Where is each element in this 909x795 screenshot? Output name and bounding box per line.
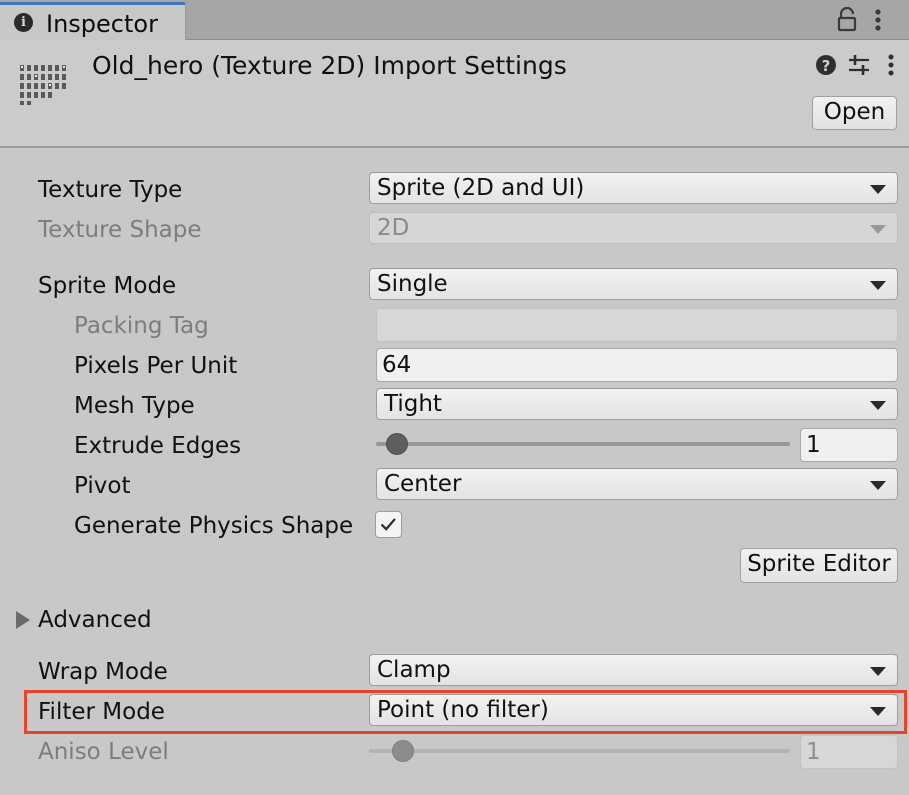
- header-title: Old_hero (Texture 2D) Import Settings: [92, 51, 567, 80]
- kebab-menu-icon[interactable]: [868, 6, 888, 34]
- aniso-level-field: 1: [800, 735, 898, 769]
- generate-physics-shape-checkbox[interactable]: [375, 511, 402, 538]
- wrap-mode-dropdown[interactable]: Clamp: [369, 654, 898, 686]
- texture-type-label: Texture Type: [38, 177, 183, 203]
- pivot-label: Pivot: [74, 473, 131, 499]
- filter-mode-value: Point (no filter): [377, 697, 549, 723]
- sprite-mode-value: Single: [377, 271, 448, 297]
- chevron-down-icon: [870, 667, 886, 676]
- tab-inspector[interactable]: i Inspector: [0, 2, 186, 40]
- texture-type-value: Sprite (2D and UI): [377, 175, 585, 201]
- chevron-down-icon: [870, 481, 886, 490]
- extrude-edges-field[interactable]: 1: [800, 428, 898, 462]
- chevron-down-icon: [870, 707, 886, 716]
- chevron-down-icon: [870, 225, 886, 234]
- wrap-mode-label: Wrap Mode: [38, 659, 168, 685]
- aniso-level-slider-handle: [391, 740, 414, 762]
- open-button[interactable]: Open: [812, 96, 897, 130]
- extrude-edges-label: Extrude Edges: [74, 433, 242, 459]
- texture-shape-dropdown: 2D: [369, 212, 898, 244]
- sprite-mode-dropdown[interactable]: Single: [369, 268, 898, 300]
- chevron-down-icon: [870, 185, 886, 194]
- pivot-value: Center: [384, 471, 462, 497]
- pivot-dropdown[interactable]: Center: [376, 468, 898, 500]
- foldout-arrow-icon[interactable]: [16, 611, 30, 629]
- packing-tag-label: Packing Tag: [74, 313, 209, 339]
- lock-icon[interactable]: [834, 6, 860, 34]
- texture-thumbnail: [20, 65, 66, 105]
- filter-mode-dropdown[interactable]: Point (no filter): [369, 694, 898, 726]
- checkmark-icon: [380, 518, 396, 531]
- mesh-type-dropdown[interactable]: Tight: [376, 388, 898, 420]
- texture-type-dropdown[interactable]: Sprite (2D and UI): [369, 172, 898, 204]
- wrap-mode-value: Clamp: [377, 657, 451, 683]
- advanced-foldout[interactable]: Advanced: [38, 605, 152, 635]
- texture-shape-value: 2D: [377, 215, 410, 241]
- filter-mode-label: Filter Mode: [38, 699, 165, 725]
- help-icon[interactable]: ?: [815, 52, 837, 78]
- aniso-level-label: Aniso Level: [38, 739, 169, 765]
- aniso-level-slider-track: [369, 749, 790, 753]
- extrude-edges-slider-track[interactable]: [376, 442, 790, 446]
- packing-tag-field: [376, 308, 898, 342]
- mesh-type-value: Tight: [384, 391, 442, 417]
- pixels-per-unit-field[interactable]: 64: [376, 348, 898, 382]
- svg-text:?: ?: [822, 57, 831, 75]
- sprite-mode-label: Sprite Mode: [38, 273, 177, 299]
- texture-shape-label: Texture Shape: [38, 217, 202, 243]
- import-settings-header: Old_hero (Texture 2D) Import Settings ? …: [0, 40, 909, 148]
- generate-physics-shape-label: Generate Physics Shape: [74, 513, 354, 539]
- kebab-menu-icon[interactable]: [881, 52, 901, 78]
- tab-title: Inspector: [46, 10, 158, 38]
- chevron-down-icon: [870, 401, 886, 410]
- chevron-down-icon: [870, 281, 886, 290]
- pixels-per-unit-label: Pixels Per Unit: [74, 353, 238, 379]
- extrude-edges-slider-handle[interactable]: [385, 433, 408, 455]
- mesh-type-label: Mesh Type: [74, 393, 195, 419]
- tab-bar: i Inspector: [0, 0, 909, 40]
- sprite-editor-button[interactable]: Sprite Editor: [740, 548, 898, 583]
- info-icon: i: [14, 13, 33, 32]
- preset-sliders-icon[interactable]: [846, 52, 872, 78]
